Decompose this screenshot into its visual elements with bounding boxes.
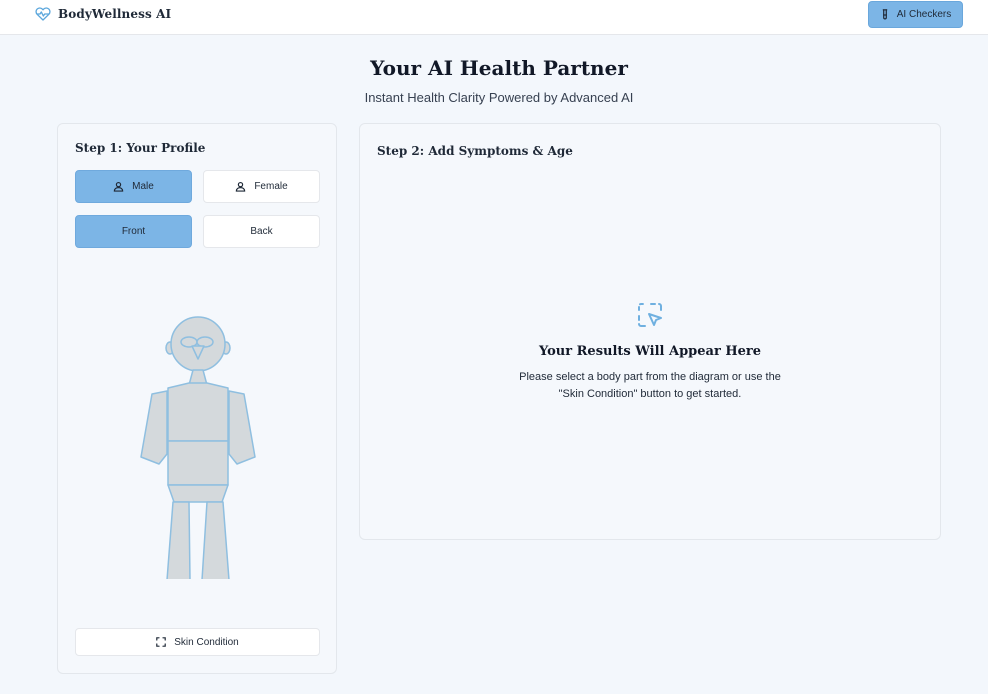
page-title: Your AI Health Partner [370, 56, 628, 80]
male-button[interactable]: Male [75, 170, 192, 203]
profile-step-title: Step 1: Your Profile [75, 141, 206, 155]
results-message-line1: Please select a body part from the diagr… [519, 371, 781, 383]
symptoms-card: Step 2: Add Symptoms & Age Your Results … [359, 123, 941, 540]
back-label: Back [250, 226, 273, 237]
front-label: Front [121, 226, 146, 237]
front-view-button[interactable]: Front [75, 215, 192, 248]
results-title: Your Results Will Appear Here [538, 344, 761, 359]
brand-name: BodyWellness AI [58, 7, 172, 21]
ai-checkers-label: AI Checkers [896, 9, 952, 20]
body-diagram [140, 316, 256, 579]
brand[interactable]: BodyWellness AI [35, 6, 171, 22]
symptoms-step-title: Step 2: Add Symptoms & Age [377, 144, 573, 158]
female-button[interactable]: Female [203, 170, 320, 203]
body-part-chest[interactable] [167, 382, 229, 442]
skin-condition-label: Skin Condition [174, 636, 239, 648]
body-part-left-leg[interactable] [166, 501, 191, 579]
results-message: Please select a body part from the diagr… [500, 369, 800, 403]
ai-checkers-button[interactable]: AI Checkers [868, 1, 963, 28]
back-view-button[interactable]: Back [203, 215, 320, 248]
results-message-line2: "Skin Condition" button to get started. [558, 388, 742, 400]
body-part-right-arm[interactable] [228, 390, 256, 465]
body-part-left-arm[interactable] [140, 390, 168, 465]
top-navbar: BodyWellness AI AI Checkers [0, 0, 988, 35]
pointer-select-icon [638, 303, 662, 327]
body-part-right-leg[interactable] [201, 501, 230, 579]
scan-icon [156, 637, 167, 647]
female-label: Female [254, 181, 288, 192]
skin-condition-button[interactable]: Skin Condition [75, 628, 320, 656]
body-part-pelvis[interactable] [167, 484, 229, 503]
body-part-abdomen[interactable] [167, 440, 229, 486]
heart-pulse-icon [35, 7, 51, 21]
test-tube-icon [882, 8, 888, 19]
user-icon [113, 181, 124, 192]
male-label: Male [132, 181, 154, 192]
page-subtitle: Instant Health Clarity Powered by Advanc… [364, 90, 634, 105]
user-icon [236, 181, 246, 192]
profile-card: Step 1: Your Profile Male Female Front B… [57, 123, 337, 674]
